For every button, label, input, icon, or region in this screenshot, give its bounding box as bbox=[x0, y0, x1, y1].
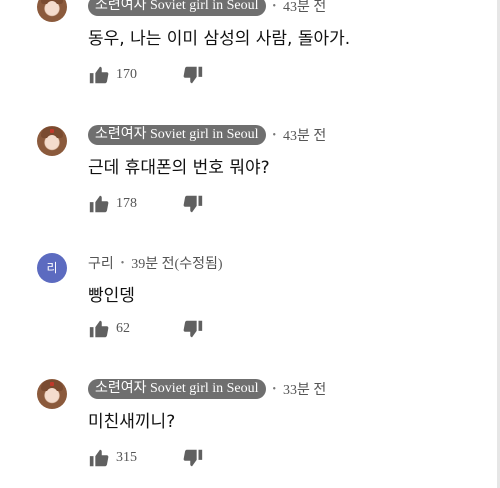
avatar-face-shape bbox=[46, 388, 58, 402]
author-name-chip[interactable]: 소련여자 Soviet girl in Seoul bbox=[88, 125, 266, 145]
comment-text: 동우, 나는 이미 삼성의 사람, 돌아가. bbox=[88, 29, 351, 49]
comment-actions: 315 bbox=[88, 447, 204, 469]
thumb-up-icon[interactable] bbox=[88, 193, 110, 215]
comment-text: 빵인뎅 bbox=[88, 286, 135, 306]
comment-timestamp: 43분 전 bbox=[283, 0, 327, 15]
comment-header: 소련여자 Soviet girl in Seoul • 33분 전 bbox=[88, 379, 326, 399]
like-count: 170 bbox=[116, 67, 137, 82]
separator-dot: • bbox=[120, 257, 125, 269]
avatar[interactable] bbox=[37, 0, 67, 22]
like-count: 178 bbox=[116, 196, 137, 211]
comment-header: 소련여자 Soviet girl in Seoul • 43분 전 bbox=[88, 125, 326, 145]
avatar[interactable]: 리 bbox=[37, 253, 67, 283]
thumb-down-icon[interactable] bbox=[182, 193, 204, 215]
comment-text: 미친새끼니? bbox=[88, 412, 176, 432]
comment-timestamp: 33분 전 bbox=[283, 383, 327, 398]
author-name-chip[interactable]: 소련여자 Soviet girl in Seoul bbox=[88, 379, 266, 399]
avatar[interactable] bbox=[37, 379, 67, 409]
author-name[interactable]: 구리 bbox=[88, 253, 114, 273]
separator-dot: • bbox=[272, 0, 277, 12]
thumb-up-icon[interactable] bbox=[88, 318, 110, 340]
thumb-up-icon[interactable] bbox=[88, 64, 110, 86]
comment-header: 소련여자 Soviet girl in Seoul • 43분 전 bbox=[88, 0, 326, 16]
avatar-star-shape bbox=[50, 129, 54, 133]
comment-actions: 170 bbox=[88, 64, 204, 86]
comments-screen: 소련여자 Soviet girl in Seoul • 43분 전 동우, 나는… bbox=[0, 0, 500, 488]
thumb-down-icon[interactable] bbox=[182, 318, 204, 340]
like-count: 62 bbox=[116, 321, 130, 336]
thumb-down-icon[interactable] bbox=[182, 64, 204, 86]
thumb-down-icon[interactable] bbox=[182, 447, 204, 469]
avatar-face-shape bbox=[46, 1, 58, 15]
comment-header: 구리 • 39분 전(수정됨) bbox=[88, 253, 223, 273]
comment-actions: 62 bbox=[88, 318, 204, 340]
thumb-up-icon[interactable] bbox=[88, 447, 110, 469]
separator-dot: • bbox=[272, 383, 277, 395]
comment-text: 근데 휴대폰의 번호 뭐야? bbox=[88, 158, 270, 178]
separator-dot: • bbox=[272, 129, 277, 141]
author-name-chip[interactable]: 소련여자 Soviet girl in Seoul bbox=[88, 0, 266, 16]
comment-timestamp: 39분 전(수정됨) bbox=[131, 257, 223, 272]
avatar[interactable] bbox=[37, 126, 67, 156]
like-count: 315 bbox=[116, 450, 137, 465]
avatar-star-shape bbox=[50, 382, 54, 386]
avatar-face-shape bbox=[46, 135, 58, 149]
comment-timestamp: 43분 전 bbox=[283, 129, 327, 144]
comment-actions: 178 bbox=[88, 193, 204, 215]
